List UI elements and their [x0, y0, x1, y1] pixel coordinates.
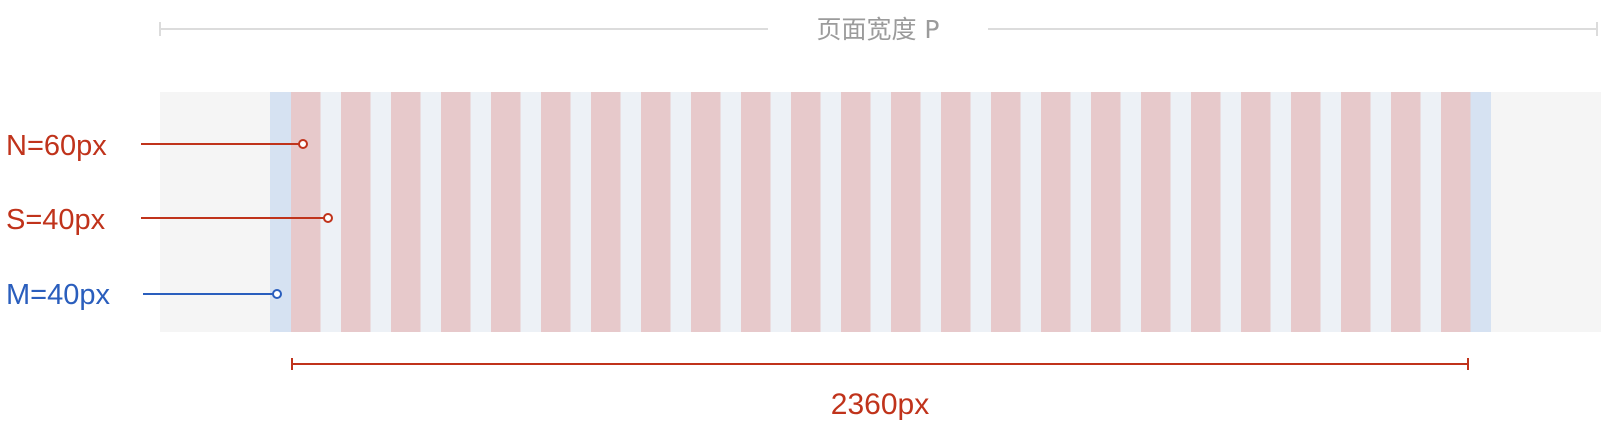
margin-right [1470, 92, 1491, 332]
gutter-width-marker [323, 213, 333, 223]
grid-column [691, 92, 721, 332]
grid-column [891, 92, 921, 332]
grid-column [341, 92, 371, 332]
grid-column [1091, 92, 1121, 332]
grid-column [441, 92, 471, 332]
column-width-marker [298, 139, 308, 149]
grid-column [991, 92, 1021, 332]
grid-column [1391, 92, 1421, 332]
grid-column [741, 92, 771, 332]
gutter-width-label: S=40px [6, 204, 106, 236]
grid-column [391, 92, 421, 332]
grid-column [1241, 92, 1271, 332]
grid-column [791, 92, 821, 332]
grid-column [541, 92, 571, 332]
grid-column [641, 92, 671, 332]
grid-column [291, 92, 321, 332]
grid-column [841, 92, 871, 332]
grid-column [591, 92, 621, 332]
grid-column [941, 92, 971, 332]
grid-column [1341, 92, 1371, 332]
total-width-dimension: 2360px [291, 358, 1469, 421]
margin-width-marker [272, 289, 282, 299]
grid-column [1041, 92, 1071, 332]
page-width-dimension: 页面宽度 P [159, 15, 1598, 44]
margin-width-label: M=40px [6, 279, 110, 311]
column-width-label: N=60px [6, 130, 107, 162]
grid-column [1291, 92, 1321, 332]
total-width-label: 2360px [831, 388, 929, 421]
grid-column [491, 92, 521, 332]
grid-layout-diagram: 页面宽度 P N=60px S=40px M=40px 2360px [6, 15, 1601, 421]
grid-column [1191, 92, 1221, 332]
page-width-label: 页面宽度 P [816, 15, 939, 44]
grid-column [1441, 92, 1471, 332]
grid-column [1141, 92, 1171, 332]
